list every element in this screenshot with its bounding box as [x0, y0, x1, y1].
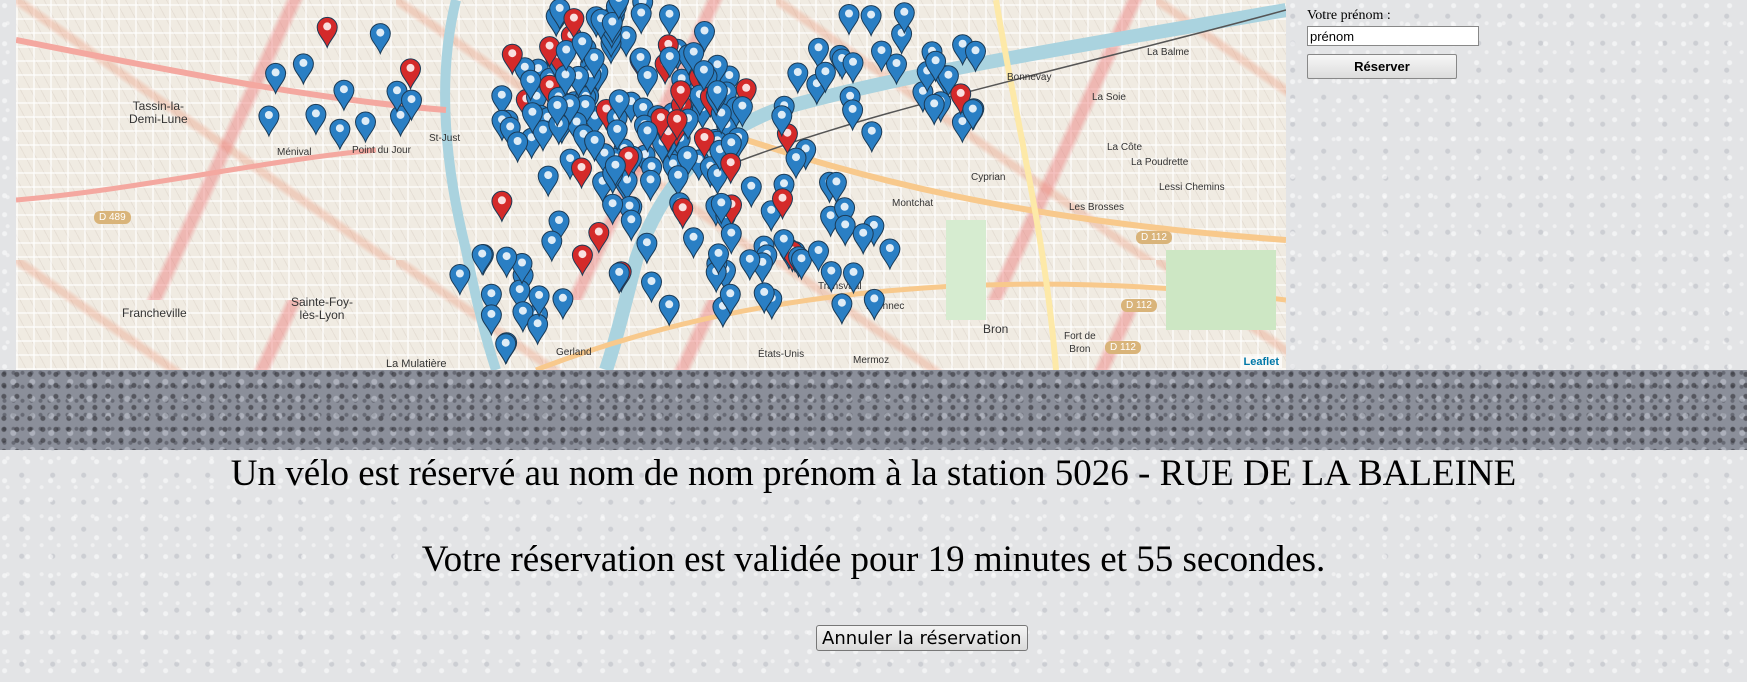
station-marker-available[interactable] [831, 293, 853, 326]
station-marker-full[interactable] [491, 190, 513, 223]
station-marker-available[interactable] [449, 264, 471, 296]
station-marker-available[interactable] [863, 288, 885, 321]
station-marker-available[interactable] [785, 147, 807, 180]
station-marker-available[interactable] [265, 62, 287, 95]
station-marker-available[interactable] [739, 249, 761, 282]
station-marker-available[interactable] [258, 105, 280, 138]
station-marker-available[interactable] [852, 223, 874, 256]
station-marker-available[interactable] [369, 23, 391, 56]
station-marker-available[interactable] [636, 232, 658, 265]
station-marker-available[interactable] [333, 79, 355, 112]
station-marker-available[interactable] [537, 165, 559, 198]
leaflet-attribution-link[interactable]: Leaflet [1240, 356, 1282, 368]
station-marker-available[interactable] [527, 313, 549, 346]
station-marker-available[interactable] [787, 62, 809, 95]
reservation-timer-text: Votre réservation est validée pour 19 mi… [421, 539, 1326, 580]
station-marker-available[interactable] [495, 333, 517, 366]
station-marker-available[interactable] [842, 99, 864, 132]
station-marker-available[interactable] [740, 176, 762, 209]
station-marker-available[interactable] [640, 271, 663, 304]
station-marker-available[interactable] [620, 209, 642, 242]
station-marker-available[interactable] [541, 230, 563, 263]
station-marker-available[interactable] [354, 111, 377, 144]
station-marker-available[interactable] [658, 294, 680, 327]
station-marker-available[interactable] [667, 165, 689, 198]
station-marker-available[interactable] [860, 5, 882, 38]
station-marker-available[interactable] [305, 103, 327, 136]
firstname-label: Votre prénom : [1307, 8, 1391, 23]
station-marker-available[interactable] [842, 262, 865, 295]
station-marker-available[interactable] [608, 262, 630, 295]
station-marker-full[interactable] [672, 197, 694, 230]
station-marker-available[interactable] [879, 238, 901, 271]
station-marker-available[interactable] [480, 304, 502, 337]
markers-layer [258, 0, 987, 366]
station-marker-available[interactable] [658, 4, 681, 37]
station-marker-available[interactable] [820, 261, 842, 294]
cancel-reservation-button[interactable]: Annuler la réservation [816, 625, 1028, 651]
station-marker-available[interactable] [682, 227, 705, 260]
station-marker-available[interactable] [329, 118, 351, 151]
station-marker-available[interactable] [838, 4, 860, 36]
reservation-form: Votre prénom : Réserver [1307, 8, 1479, 79]
station-marker-available[interactable] [861, 121, 883, 154]
station-marker-full[interactable] [588, 222, 610, 254]
station-marker-full[interactable] [571, 244, 593, 277]
station-marker-full[interactable] [570, 157, 593, 190]
bike-station-map[interactable]: Tassin-la- Demi-Lune Sainte-Foy- lès-Lyo… [16, 0, 1286, 370]
station-marker-available[interactable] [471, 244, 493, 277]
station-marker-available[interactable] [842, 52, 864, 85]
station-marker-full[interactable] [316, 16, 338, 49]
station-marker-available[interactable] [636, 65, 659, 98]
station-marker-available[interactable] [292, 53, 314, 86]
asphalt-band [0, 370, 1747, 450]
station-marker-available[interactable] [602, 193, 624, 226]
station-marker-available[interactable] [552, 288, 574, 321]
station-marker-available[interactable] [964, 40, 987, 73]
reservation-status-text: Un vélo est réservé au nom de nom prénom… [230, 453, 1517, 494]
station-marker-available[interactable] [507, 131, 529, 164]
station-marker-available[interactable] [639, 169, 662, 202]
station-marker-available[interactable] [834, 214, 856, 247]
reserve-button[interactable]: Réserver [1307, 54, 1457, 79]
firstname-input[interactable] [1307, 26, 1479, 46]
station-marker-available[interactable] [630, 3, 652, 35]
